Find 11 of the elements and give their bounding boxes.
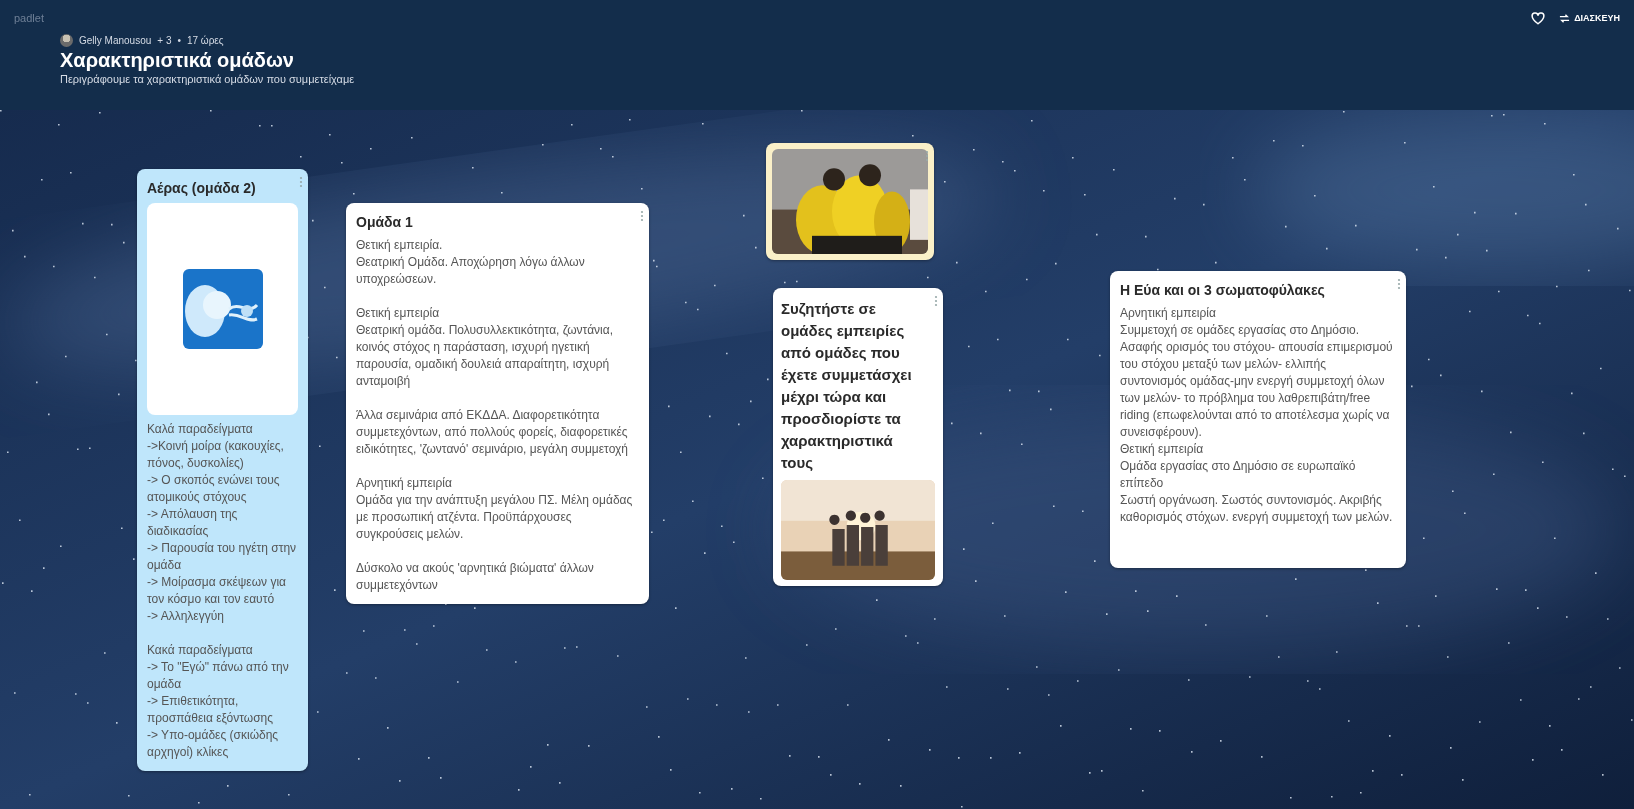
heart-icon[interactable] bbox=[1531, 11, 1546, 25]
app-logo[interactable]: padlet bbox=[14, 12, 44, 24]
board-title: Χαρακτηριστικά ομάδων bbox=[60, 49, 295, 72]
contributors-count: + 3 bbox=[157, 35, 172, 46]
board-description: Περιγράφουμε τα χαρακτηριστικά ομάδων που συμμετείχαμε bbox=[60, 73, 356, 85]
separator-dot: • bbox=[177, 35, 181, 46]
avatar bbox=[60, 34, 73, 47]
remix-button[interactable]: ΔΙΑΣΚΕΥΗ bbox=[1559, 12, 1620, 24]
author-name: Gelly Manousou bbox=[79, 35, 152, 46]
post-time: 17 ώρες bbox=[186, 35, 224, 46]
repost-icon bbox=[1559, 12, 1571, 24]
